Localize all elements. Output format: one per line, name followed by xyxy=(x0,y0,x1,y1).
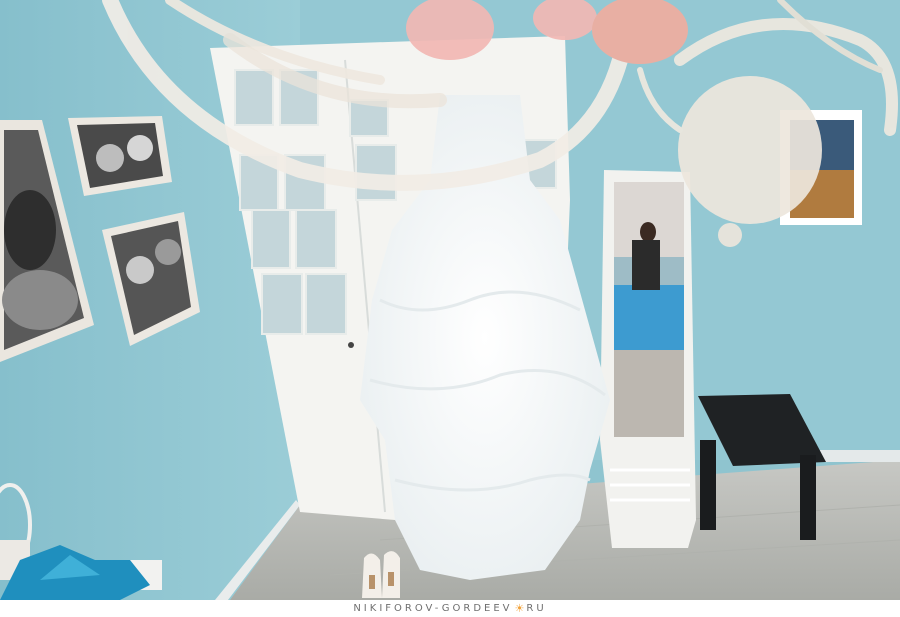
baseboard-back xyxy=(820,450,900,462)
scene-illustration xyxy=(0,0,900,600)
photo xyxy=(0,0,900,600)
watermark-text-domain: RU xyxy=(526,603,547,614)
sun-icon: ☀ xyxy=(514,602,525,615)
door-knob xyxy=(348,342,354,348)
watermark-text-main: NIKIFOROV-GORDEEV xyxy=(353,603,513,614)
watermark: NIKIFOROV-GORDEEV ☀ RU xyxy=(0,600,900,617)
photo-frame-small-top xyxy=(68,116,172,196)
standing-mirror xyxy=(600,170,696,548)
